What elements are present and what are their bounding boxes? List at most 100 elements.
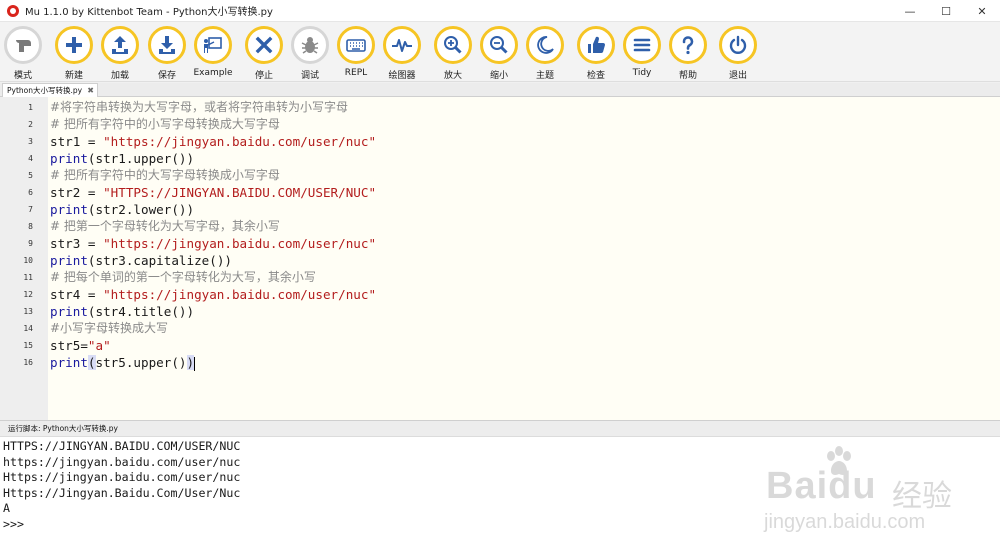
code-text: print(str4.title()) — [50, 304, 195, 319]
example-icon — [194, 26, 232, 64]
line-number: 13 — [23, 307, 33, 316]
line-number: 5 — [28, 171, 33, 180]
stop-button[interactable]: 停止 — [242, 24, 286, 81]
run-panel-header: 运行脚本: Python大小写转换.py — [0, 420, 1000, 437]
line-number: 10 — [23, 256, 33, 265]
help-label: 帮助 — [678, 71, 697, 81]
tab-label: Python大小写转换.py — [7, 86, 83, 95]
maximize-button[interactable]: ☐ — [928, 0, 964, 22]
code-line: 13 print(str4.title()) — [0, 303, 1000, 320]
code-line: 14 #小写字母转换成大写 — [0, 320, 1000, 337]
mu-editor-window: Mu 1.1.0 by Kittenbot Team - Python大小写转换… — [0, 0, 1000, 559]
power-icon — [719, 26, 757, 64]
code-line: 4 print(str1.upper()) — [0, 150, 1000, 167]
load-button[interactable]: 加载 — [98, 24, 142, 81]
line-number: 3 — [28, 137, 33, 146]
code-line: 3 str1 = "https://jingyan.baidu.com/user/… — [0, 133, 1000, 150]
tab-strip: Python大小写转换.py ✖ — [0, 83, 1000, 97]
code-text: # 把所有字符中的小写字母转换成大写字母 — [50, 117, 280, 131]
code-text: #将字符串转换为大写字母，或者将字符串转为小写字母 — [50, 100, 349, 114]
code-text: #小写字母转换成大写 — [50, 321, 169, 335]
minimize-button[interactable]: — — [892, 0, 928, 22]
line-number: 1 — [28, 103, 33, 112]
code-line: 10 print(str3.capitalize()) — [0, 252, 1000, 269]
plus-icon — [55, 26, 93, 64]
repl-output[interactable]: HTTPS://JINGYAN.BAIDU.COM/USER/NUC https… — [0, 437, 1000, 559]
close-button[interactable]: ✕ — [964, 0, 1000, 22]
tidy-icon — [623, 26, 661, 64]
code-line: 7 print(str2.lower()) — [0, 201, 1000, 218]
code-text: # 把每个单词的第一个字母转化为大写，其余小写 — [50, 270, 316, 284]
window-title: Mu 1.1.0 by Kittenbot Team - Python大小写转换… — [25, 7, 273, 18]
keyboard-icon — [337, 26, 375, 64]
repl-button[interactable]: REPL — [334, 24, 378, 80]
example-label: Example — [193, 68, 233, 78]
output-line: A — [3, 501, 10, 516]
code-text: str4 = "https://jingyan.baidu.com/user/n… — [50, 287, 377, 302]
example-button[interactable]: Example — [191, 24, 235, 80]
line-number: 11 — [23, 273, 33, 282]
check-button[interactable]: 检查 — [574, 24, 618, 81]
zoom-in-icon — [434, 26, 472, 64]
line-number: 15 — [23, 341, 33, 350]
code-text: # 把所有字符中的大写字母转换成小写字母 — [50, 168, 280, 182]
plotter-icon — [383, 26, 421, 64]
thumbs-up-icon — [577, 26, 615, 64]
code-text: str1 = "https://jingyan.baidu.com/user/n… — [50, 134, 377, 149]
code-text: str5="a" — [50, 338, 111, 353]
line-number: 4 — [28, 154, 33, 163]
code-text: print(str2.lower()) — [50, 202, 195, 217]
zoom-out-button[interactable]: 缩小 — [477, 24, 521, 81]
save-button[interactable]: 保存 — [145, 24, 189, 81]
window-controls: — ☐ ✕ — [892, 0, 1000, 22]
tab-close-icon[interactable]: ✖ — [87, 84, 94, 97]
code-line: 15 str5="a" — [0, 337, 1000, 354]
title-bar: Mu 1.1.0 by Kittenbot Team - Python大小写转换… — [0, 0, 1000, 22]
code-text: str2 = "HTTPS://JINGYAN.BAIDU.COM/USER/N… — [50, 185, 377, 200]
code-text: print(str3.capitalize()) — [50, 253, 232, 268]
code-line: 6 str2 = "HTTPS://JINGYAN.BAIDU.COM/USER/… — [0, 184, 1000, 201]
code-text: print(str5.upper()) — [50, 355, 196, 371]
baidu-jingyan-watermark: Baidu 经验 jingyan.baidu.com — [760, 445, 990, 545]
plotter-button[interactable]: 绘图器 — [380, 24, 424, 81]
stop-icon — [245, 26, 283, 64]
mode-button[interactable]: 模式 — [1, 24, 45, 81]
zoom-out-icon — [480, 26, 518, 64]
debug-button[interactable]: 调试 — [288, 24, 332, 81]
mode-icon — [4, 26, 42, 64]
zoom-in-button[interactable]: 放大 — [431, 24, 475, 81]
code-line: 16 print(str5.upper()) — [0, 354, 1000, 371]
mu-app-icon — [7, 4, 19, 17]
watermark-cn: 经验 — [892, 479, 952, 514]
tab-python-file[interactable]: Python大小写转换.py ✖ — [2, 83, 98, 97]
line-number: 2 — [28, 120, 33, 129]
bug-icon — [291, 26, 329, 64]
code-line: 11 # 把每个单词的第一个字母转化为大写，其余小写 — [0, 269, 1000, 286]
output-line: https://jingyan.baidu.com/user/nuc — [3, 454, 241, 469]
code-line: 1 #将字符串转换为大写字母，或者将字符串转为小写字母 — [0, 99, 1000, 116]
quit-button[interactable]: 退出 — [716, 24, 760, 81]
code-line: 12 str4 = "https://jingyan.baidu.com/user… — [0, 286, 1000, 303]
code-text: print(str1.upper()) — [50, 151, 195, 166]
help-icon — [669, 26, 707, 64]
output-line: Https://Jingyan.Baidu.Com/User/Nuc — [3, 485, 241, 500]
code-line: 5 # 把所有字符中的大写字母转换成小写字母 — [0, 167, 1000, 184]
quit-label: 退出 — [728, 71, 747, 81]
load-icon — [101, 26, 139, 64]
output-line: HTTPS://JINGYAN.BAIDU.COM/USER/NUC — [3, 439, 241, 453]
line-number: 7 — [28, 205, 33, 214]
line-number: 14 — [23, 324, 33, 333]
tidy-button[interactable]: Tidy — [620, 24, 664, 80]
theme-button[interactable]: 主题 — [523, 24, 567, 81]
code-editor[interactable]: 1 #将字符串转换为大写字母，或者将字符串转为小写字母 2 # 把所有字符中的小写字… — [0, 97, 1000, 420]
toolbar: 模式 新建 加载 保存 Example 停止 调试 REPL 绘图器 放大 缩小… — [0, 22, 1000, 82]
plotter-label: 绘图器 — [388, 71, 416, 81]
new-button[interactable]: 新建 — [52, 24, 96, 81]
help-button[interactable]: 帮助 — [666, 24, 710, 81]
repl-prompt: >>> — [3, 517, 24, 531]
output-line: Https://jingyan.baidu.com/user/nuc — [3, 470, 241, 485]
line-number: 16 — [23, 358, 33, 367]
code-line: 9 str3 = "https://jingyan.baidu.com/user/… — [0, 235, 1000, 252]
code-line: 8 # 把第一个字母转化为大写字母，其余小写 — [0, 218, 1000, 235]
code-text: str3 = "https://jingyan.baidu.com/user/n… — [50, 236, 377, 251]
